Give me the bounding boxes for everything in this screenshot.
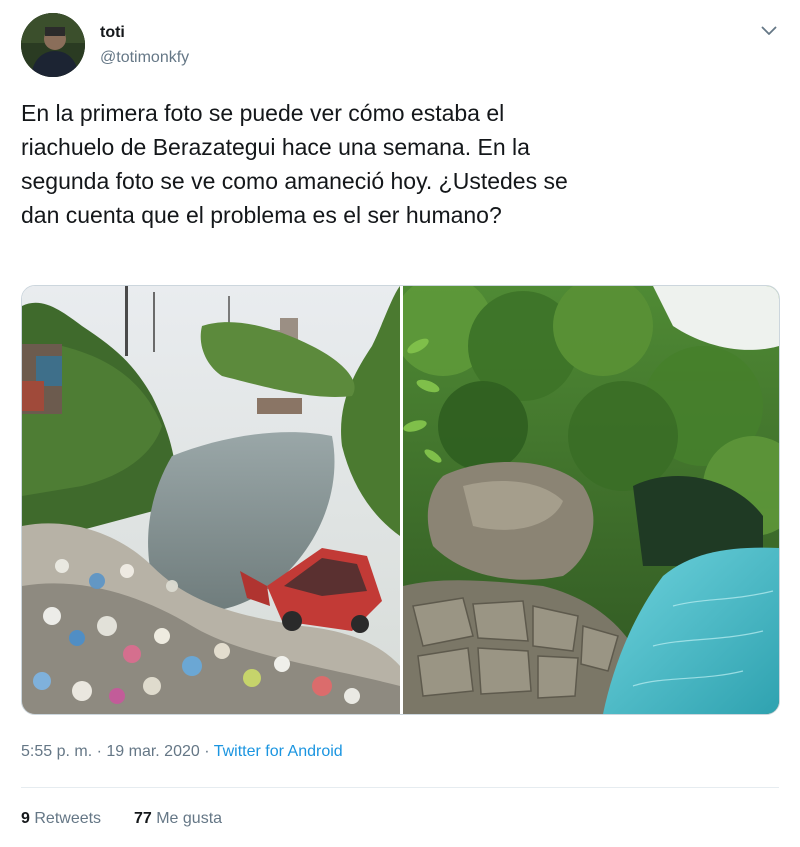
tweet-media	[21, 285, 780, 715]
tweet-text-line: En la primera foto se puede ver cómo est…	[21, 100, 505, 126]
tweet-text-line: segunda foto se ve como amaneció hoy. ¿U…	[21, 168, 568, 194]
clean-river-image	[403, 286, 779, 714]
tweet-card: toti @totimonkfy En la primera foto se p…	[0, 0, 800, 847]
likes-stat[interactable]: 77 Me gusta	[134, 810, 222, 827]
polluted-river-image	[22, 286, 400, 714]
retweets-count: 9	[21, 810, 30, 827]
tweet-text-line: dan cuenta que el problema es el ser hum…	[21, 202, 502, 228]
retweets-stat[interactable]: 9 Retweets	[21, 810, 101, 827]
retweets-label: Retweets	[34, 810, 102, 827]
meta-separator: ·	[199, 743, 214, 760]
avatar-image	[21, 13, 85, 77]
photo-clean-river[interactable]	[403, 286, 779, 714]
tweet-meta: 5:55 p. m. · 19 mar. 2020 · Twitter for …	[21, 743, 343, 761]
author-name[interactable]: toti	[100, 24, 125, 42]
tweet-stats: 9 Retweets 77 Me gusta	[21, 810, 222, 828]
tweet-text: En la primera foto se puede ver cómo est…	[21, 96, 781, 232]
meta-separator: ·	[92, 743, 107, 760]
avatar[interactable]	[21, 13, 85, 77]
photo-polluted-river[interactable]	[22, 286, 400, 714]
likes-label: Me gusta	[156, 810, 223, 827]
tweet-source-link[interactable]: Twitter for Android	[214, 743, 343, 760]
tweet-time[interactable]: 5:55 p. m.	[21, 743, 92, 760]
author-handle[interactable]: @totimonkfy	[100, 49, 189, 67]
more-options-button[interactable]	[755, 17, 783, 45]
likes-count: 77	[133, 810, 152, 827]
tweet-date[interactable]: 19 mar. 2020	[106, 743, 199, 760]
chevron-down-icon	[761, 26, 777, 35]
divider	[21, 787, 779, 788]
tweet-text-line: riachuelo de Berazategui hace una semana…	[21, 134, 530, 160]
